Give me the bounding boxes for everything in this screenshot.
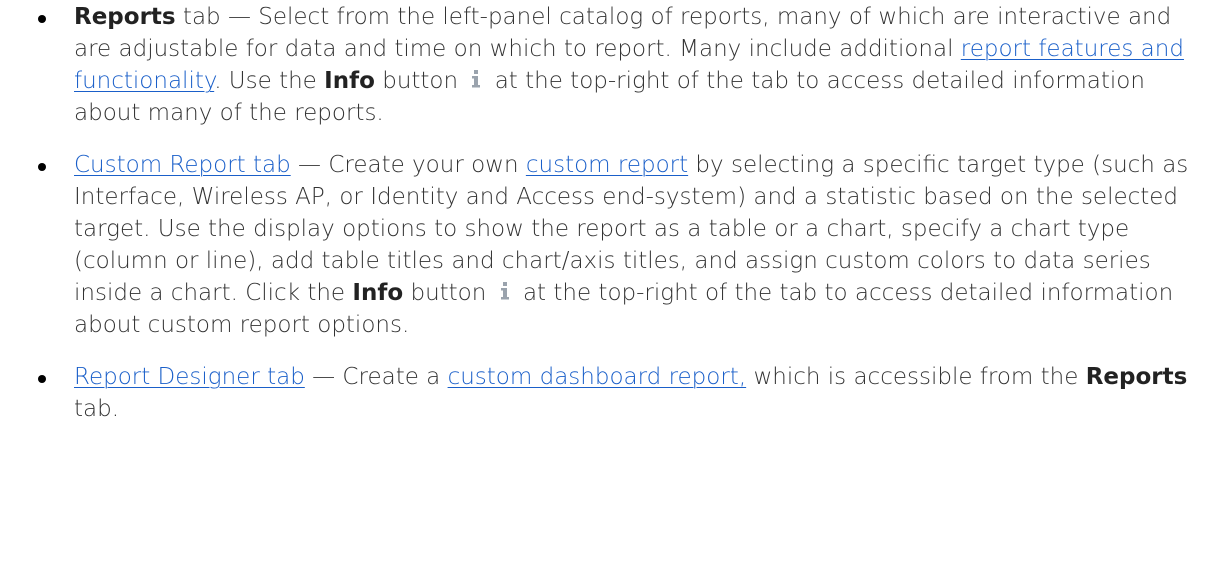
document: Reports tab — Select from the left-panel…: [0, 1, 1215, 574]
custom-report-tab-link[interactable]: Custom Report tab: [74, 152, 291, 178]
list-item-reports: Reports tab — Select from the left-panel…: [38, 1, 1195, 129]
info-label: Info: [324, 68, 375, 94]
item-text: tab.: [74, 396, 120, 422]
item-text: . Use the: [214, 68, 325, 94]
reports-label: Reports: [74, 4, 176, 30]
bullet-icon: [38, 375, 46, 383]
item-text: which is accessible from the: [746, 364, 1086, 390]
custom-report-link[interactable]: custom report: [526, 152, 688, 178]
bullet-icon: [38, 163, 46, 171]
item-text: button: [403, 280, 494, 306]
info-icon: [467, 66, 485, 88]
bullet-list: Reports tab — Select from the left-panel…: [0, 1, 1215, 425]
item-text: — Create your own: [290, 152, 526, 178]
custom-dashboard-report-link[interactable]: custom dashboard report,: [448, 364, 747, 390]
reports-label: Reports: [1085, 364, 1188, 390]
item-text: — Create a: [304, 364, 448, 390]
list-item-custom-report: Custom Report tab — Create your own cust…: [38, 149, 1195, 341]
report-designer-tab-link[interactable]: Report Designer tab: [74, 364, 305, 390]
info-icon: [496, 278, 514, 300]
bullet-icon: [38, 15, 46, 23]
info-label: Info: [352, 280, 404, 306]
list-item-report-designer: Report Designer tab — Create a custom da…: [38, 361, 1195, 425]
item-text: button: [374, 68, 466, 94]
